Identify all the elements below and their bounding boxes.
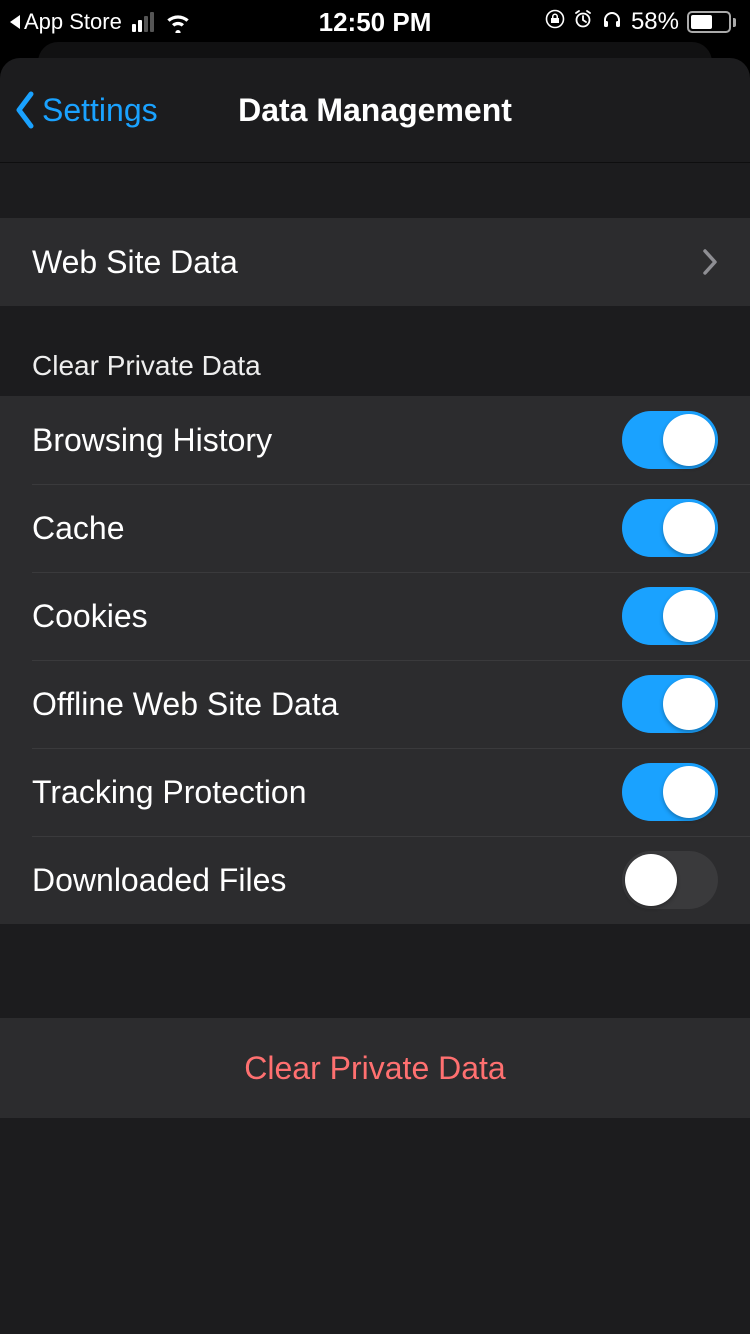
toggle-switch-offline-web-site-data[interactable] bbox=[622, 675, 718, 733]
toggle-switch-cache[interactable] bbox=[622, 499, 718, 557]
clear-private-data-header: Clear Private Data bbox=[0, 306, 750, 396]
toggle-knob bbox=[663, 414, 715, 466]
toggle-knob bbox=[663, 502, 715, 554]
clear-private-data-button[interactable]: Clear Private Data bbox=[0, 1018, 750, 1118]
back-to-app-link[interactable]: App Store bbox=[10, 9, 122, 35]
toggle-label: Offline Web Site Data bbox=[32, 686, 339, 723]
back-label: Settings bbox=[42, 92, 158, 129]
chevron-right-icon bbox=[702, 248, 718, 276]
nav-bar: Settings Data Management bbox=[0, 58, 750, 163]
toggle-label: Cache bbox=[32, 510, 125, 547]
toggle-row-downloaded-files: Downloaded Files bbox=[0, 836, 750, 924]
status-time: 12:50 PM bbox=[319, 7, 432, 38]
section-spacer bbox=[0, 163, 750, 218]
clear-data-toggle-list: Browsing History Cache Cookies Offline Web … bbox=[0, 396, 750, 924]
toggle-switch-downloaded-files[interactable] bbox=[622, 851, 718, 909]
settings-sheet: Settings Data Management Web Site Data C… bbox=[0, 58, 750, 1334]
back-button[interactable]: Settings bbox=[0, 91, 158, 129]
toggle-switch-tracking-protection[interactable] bbox=[622, 763, 718, 821]
toggle-label: Tracking Protection bbox=[32, 774, 306, 811]
status-bar: App Store 12:50 PM 58% bbox=[0, 0, 750, 44]
toggle-row-cache: Cache bbox=[0, 484, 750, 572]
toggle-row-cookies: Cookies bbox=[0, 572, 750, 660]
toggle-label: Browsing History bbox=[32, 422, 272, 459]
toggle-switch-browsing-history[interactable] bbox=[622, 411, 718, 469]
orientation-lock-icon bbox=[545, 8, 565, 36]
toggle-knob bbox=[663, 766, 715, 818]
chevron-left-icon bbox=[14, 91, 36, 129]
back-to-app-label: App Store bbox=[24, 9, 122, 35]
toggle-knob bbox=[663, 590, 715, 642]
toggle-switch-cookies[interactable] bbox=[622, 587, 718, 645]
toggle-label: Cookies bbox=[32, 598, 148, 635]
toggle-row-browsing-history: Browsing History bbox=[0, 396, 750, 484]
wifi-icon bbox=[164, 11, 192, 33]
toggle-knob bbox=[625, 854, 677, 906]
web-site-data-label: Web Site Data bbox=[32, 244, 238, 281]
section-spacer bbox=[0, 924, 750, 1018]
battery-icon bbox=[687, 11, 736, 33]
toggle-row-tracking-protection: Tracking Protection bbox=[0, 748, 750, 836]
toggle-row-offline-web-site-data: Offline Web Site Data bbox=[0, 660, 750, 748]
page-title: Data Management bbox=[238, 92, 512, 129]
battery-percentage: 58% bbox=[631, 8, 679, 36]
alarm-icon bbox=[573, 8, 593, 36]
cellular-signal-icon bbox=[132, 12, 154, 32]
toggle-label: Downloaded Files bbox=[32, 862, 286, 899]
web-site-data-row[interactable]: Web Site Data bbox=[0, 218, 750, 306]
back-triangle-icon bbox=[10, 15, 20, 29]
headphones-icon bbox=[601, 8, 623, 37]
toggle-knob bbox=[663, 678, 715, 730]
clear-private-data-button-label: Clear Private Data bbox=[244, 1050, 505, 1087]
